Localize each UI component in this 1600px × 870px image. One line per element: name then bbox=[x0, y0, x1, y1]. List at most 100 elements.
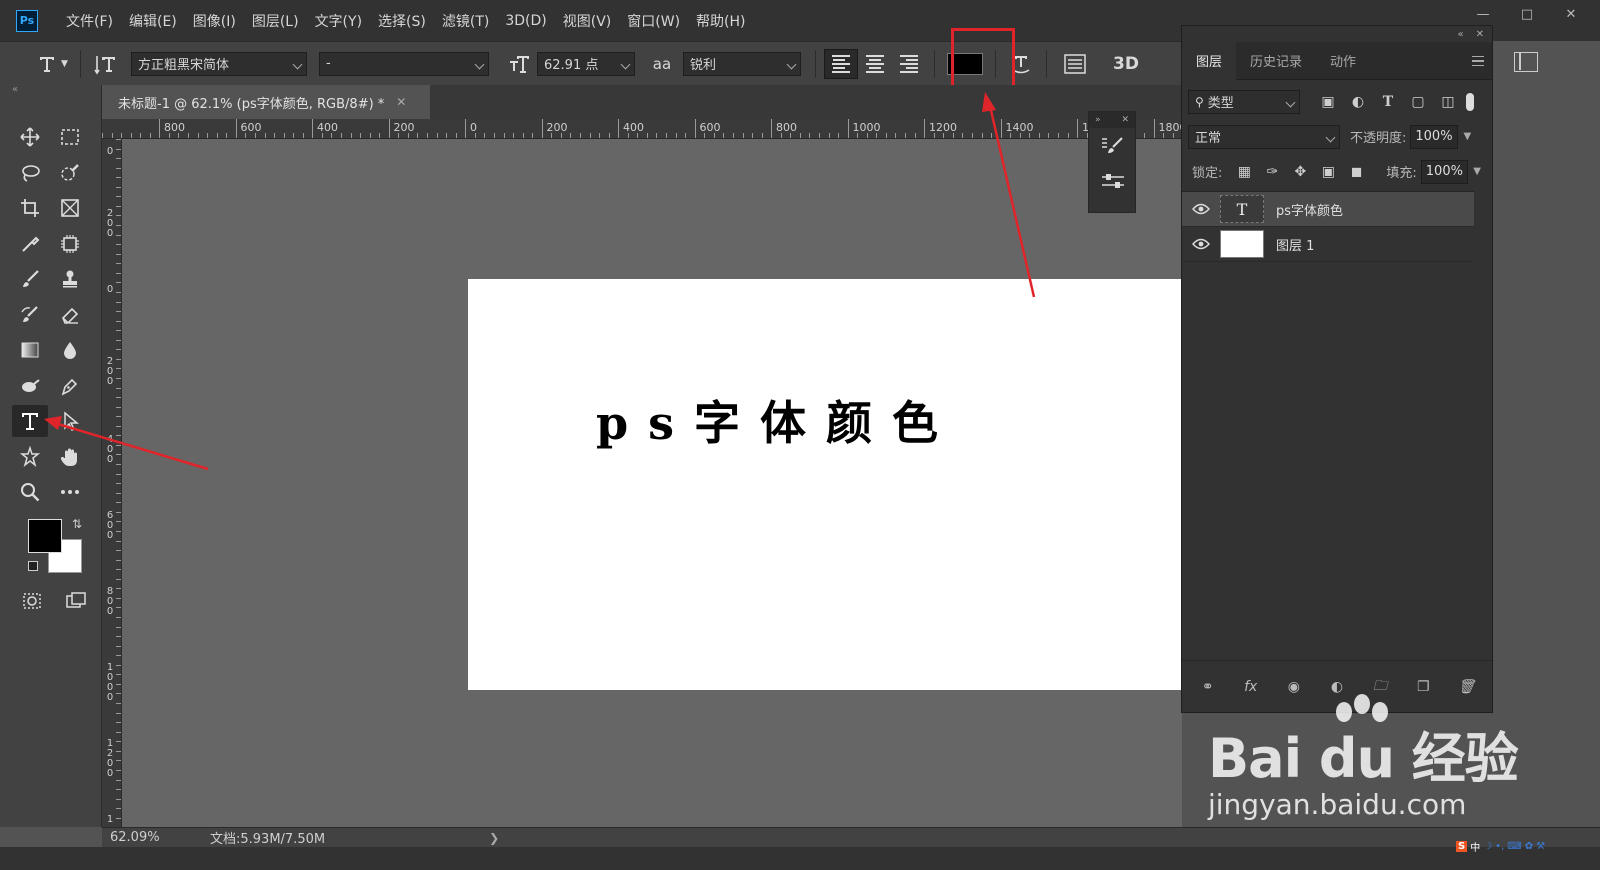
menu-layer[interactable]: 图层(L) bbox=[252, 11, 299, 31]
gradient-tool[interactable] bbox=[12, 334, 48, 366]
layer-row-text[interactable]: T ps字体颜色 bbox=[1182, 192, 1474, 227]
document-canvas[interactable]: ps字体颜色 bbox=[468, 279, 1182, 690]
layer-style-icon[interactable]: fx bbox=[1239, 675, 1263, 699]
filter-shape-icon[interactable]: ▢ bbox=[1408, 92, 1428, 112]
character-panel-button[interactable] bbox=[1055, 49, 1095, 79]
status-menu-arrow-icon[interactable]: ❯ bbox=[489, 831, 499, 845]
layer-row-pixel[interactable]: 图层 1 bbox=[1182, 227, 1474, 262]
text-color-button[interactable] bbox=[943, 49, 987, 79]
font-family-select[interactable]: 方正粗黑宋简体 bbox=[131, 51, 307, 76]
fill-input[interactable]: 100% bbox=[1420, 159, 1469, 184]
expand-panel-icon[interactable]: » bbox=[1095, 115, 1101, 125]
close-tab-icon[interactable]: ✕ bbox=[396, 95, 406, 109]
shape-tool[interactable] bbox=[12, 441, 48, 473]
menu-window[interactable]: 窗口(W) bbox=[627, 11, 680, 31]
menu-type[interactable]: 文字(Y) bbox=[315, 11, 362, 31]
document-tab[interactable]: 未标题-1 @ 62.1% (ps字体颜色, RGB/8#) * ✕ bbox=[104, 85, 430, 119]
filter-type-icon[interactable]: T bbox=[1378, 92, 1398, 112]
opacity-input[interactable]: 100% bbox=[1410, 124, 1459, 149]
frame-select-tool[interactable] bbox=[52, 228, 88, 260]
visibility-eye-icon[interactable] bbox=[1182, 238, 1220, 250]
screen-mode-button[interactable] bbox=[58, 585, 94, 617]
3d-button[interactable]: 3D bbox=[1101, 49, 1151, 79]
swap-colors-icon[interactable]: ⇅ bbox=[72, 517, 82, 531]
link-layers-icon[interactable]: ⚭ bbox=[1196, 675, 1220, 699]
canvas-text-layer[interactable]: ps字体颜色 bbox=[596, 387, 958, 453]
stamp-tool[interactable] bbox=[52, 263, 88, 295]
ime-toolbar[interactable]: S 中 ☽ •, ⌨ ✿ ⚒ bbox=[1456, 838, 1545, 854]
layer-name[interactable]: 图层 1 bbox=[1276, 235, 1314, 254]
menu-view[interactable]: 视图(V) bbox=[563, 11, 612, 31]
move-tool[interactable] bbox=[12, 121, 48, 153]
menu-help[interactable]: 帮助(H) bbox=[696, 11, 745, 31]
filter-pixel-icon[interactable]: ▣ bbox=[1318, 92, 1338, 112]
font-style-select[interactable]: - bbox=[319, 51, 489, 76]
maximize-icon[interactable]: □ bbox=[1516, 6, 1538, 22]
visibility-eye-icon[interactable] bbox=[1182, 203, 1220, 215]
collapse-panels-icon[interactable]: « bbox=[1457, 29, 1463, 40]
font-size-input[interactable]: 62.91 点 bbox=[537, 51, 635, 76]
lasso-tool[interactable] bbox=[12, 157, 48, 189]
quick-selection-tool[interactable] bbox=[52, 157, 88, 189]
antialias-select[interactable]: 锐利 bbox=[683, 51, 801, 76]
history-brush-tool[interactable] bbox=[12, 299, 48, 331]
zoom-level[interactable]: 62.09% bbox=[110, 830, 190, 845]
align-center-button[interactable] bbox=[858, 49, 892, 79]
close-panel-icon[interactable]: ✕ bbox=[1121, 115, 1129, 125]
opacity-dropdown-icon[interactable]: ▼ bbox=[1458, 125, 1476, 149]
lock-artboard-icon[interactable]: ▣ bbox=[1318, 162, 1338, 182]
tab-actions[interactable]: 动作 bbox=[1316, 42, 1370, 80]
crop-tool[interactable] bbox=[12, 192, 48, 224]
tool-preset-picker[interactable]: ▼ bbox=[32, 49, 72, 79]
blend-mode-select[interactable]: 正常 bbox=[1188, 124, 1340, 149]
menu-select[interactable]: 选择(S) bbox=[378, 11, 426, 31]
warp-text-button[interactable] bbox=[1004, 49, 1038, 79]
menu-image[interactable]: 图像(I) bbox=[193, 11, 236, 31]
menu-edit[interactable]: 编辑(E) bbox=[129, 11, 177, 31]
tab-layers[interactable]: 图层 bbox=[1182, 41, 1237, 80]
filter-toggle[interactable] bbox=[1466, 92, 1474, 111]
new-layer-icon[interactable]: ❐ bbox=[1411, 675, 1435, 699]
quick-mask-button[interactable] bbox=[14, 585, 50, 617]
adjustments-button[interactable] bbox=[1089, 164, 1137, 200]
panel-menu-icon[interactable] bbox=[1472, 56, 1484, 66]
lock-transparent-icon[interactable]: ▦ bbox=[1234, 162, 1254, 182]
layer-name[interactable]: ps字体颜色 bbox=[1276, 200, 1343, 219]
filter-smart-object-icon[interactable]: ◫ bbox=[1438, 92, 1458, 112]
lock-all-icon[interactable]: ◼ bbox=[1346, 162, 1366, 182]
eyedropper-tool[interactable] bbox=[12, 228, 48, 260]
layer-filter-select[interactable]: ⚲ 类型 bbox=[1188, 89, 1300, 114]
add-mask-icon[interactable]: ◉ bbox=[1282, 675, 1306, 699]
marquee-tool[interactable] bbox=[52, 121, 88, 153]
close-panels-icon[interactable]: ✕ bbox=[1476, 29, 1484, 40]
canvas-area[interactable]: ps字体颜色 bbox=[122, 139, 1182, 827]
close-icon[interactable]: ✕ bbox=[1560, 6, 1582, 22]
menu-filter[interactable]: 滤镜(T) bbox=[442, 11, 489, 31]
align-right-button[interactable] bbox=[892, 49, 926, 79]
menu-file[interactable]: 文件(F) bbox=[66, 11, 113, 31]
toggle-orientation-button[interactable] bbox=[89, 49, 123, 79]
minimize-icon[interactable]: — bbox=[1472, 6, 1494, 22]
zoom-tool[interactable] bbox=[12, 476, 48, 508]
lock-position-icon[interactable]: ✥ bbox=[1290, 162, 1310, 182]
new-group-icon[interactable]: 🗀 bbox=[1368, 675, 1392, 699]
lock-pixels-icon[interactable]: ✑ bbox=[1262, 162, 1282, 182]
brush-settings-button[interactable] bbox=[1089, 128, 1137, 164]
workspace-icon[interactable] bbox=[1514, 52, 1538, 72]
frame-tool[interactable] bbox=[52, 192, 88, 224]
default-colors-icon[interactable] bbox=[28, 561, 38, 571]
collapse-toolbar-icon[interactable]: « bbox=[12, 84, 18, 95]
pen-tool[interactable] bbox=[52, 370, 88, 402]
tab-history[interactable]: 历史记录 bbox=[1236, 42, 1316, 80]
menu-3d[interactable]: 3D(D) bbox=[505, 13, 546, 29]
align-left-button[interactable] bbox=[824, 48, 858, 79]
blur-tool[interactable] bbox=[52, 334, 88, 366]
dodge-tool[interactable] bbox=[12, 370, 48, 402]
filter-adjustment-icon[interactable]: ◐ bbox=[1348, 92, 1368, 112]
delete-layer-icon[interactable]: 🗑 bbox=[1454, 675, 1478, 699]
brush-tool[interactable] bbox=[12, 263, 48, 295]
foreground-color-swatch[interactable] bbox=[28, 519, 62, 553]
hand-tool[interactable] bbox=[52, 441, 88, 473]
eraser-tool[interactable] bbox=[52, 299, 88, 331]
adjustment-layer-icon[interactable]: ◐ bbox=[1325, 675, 1349, 699]
